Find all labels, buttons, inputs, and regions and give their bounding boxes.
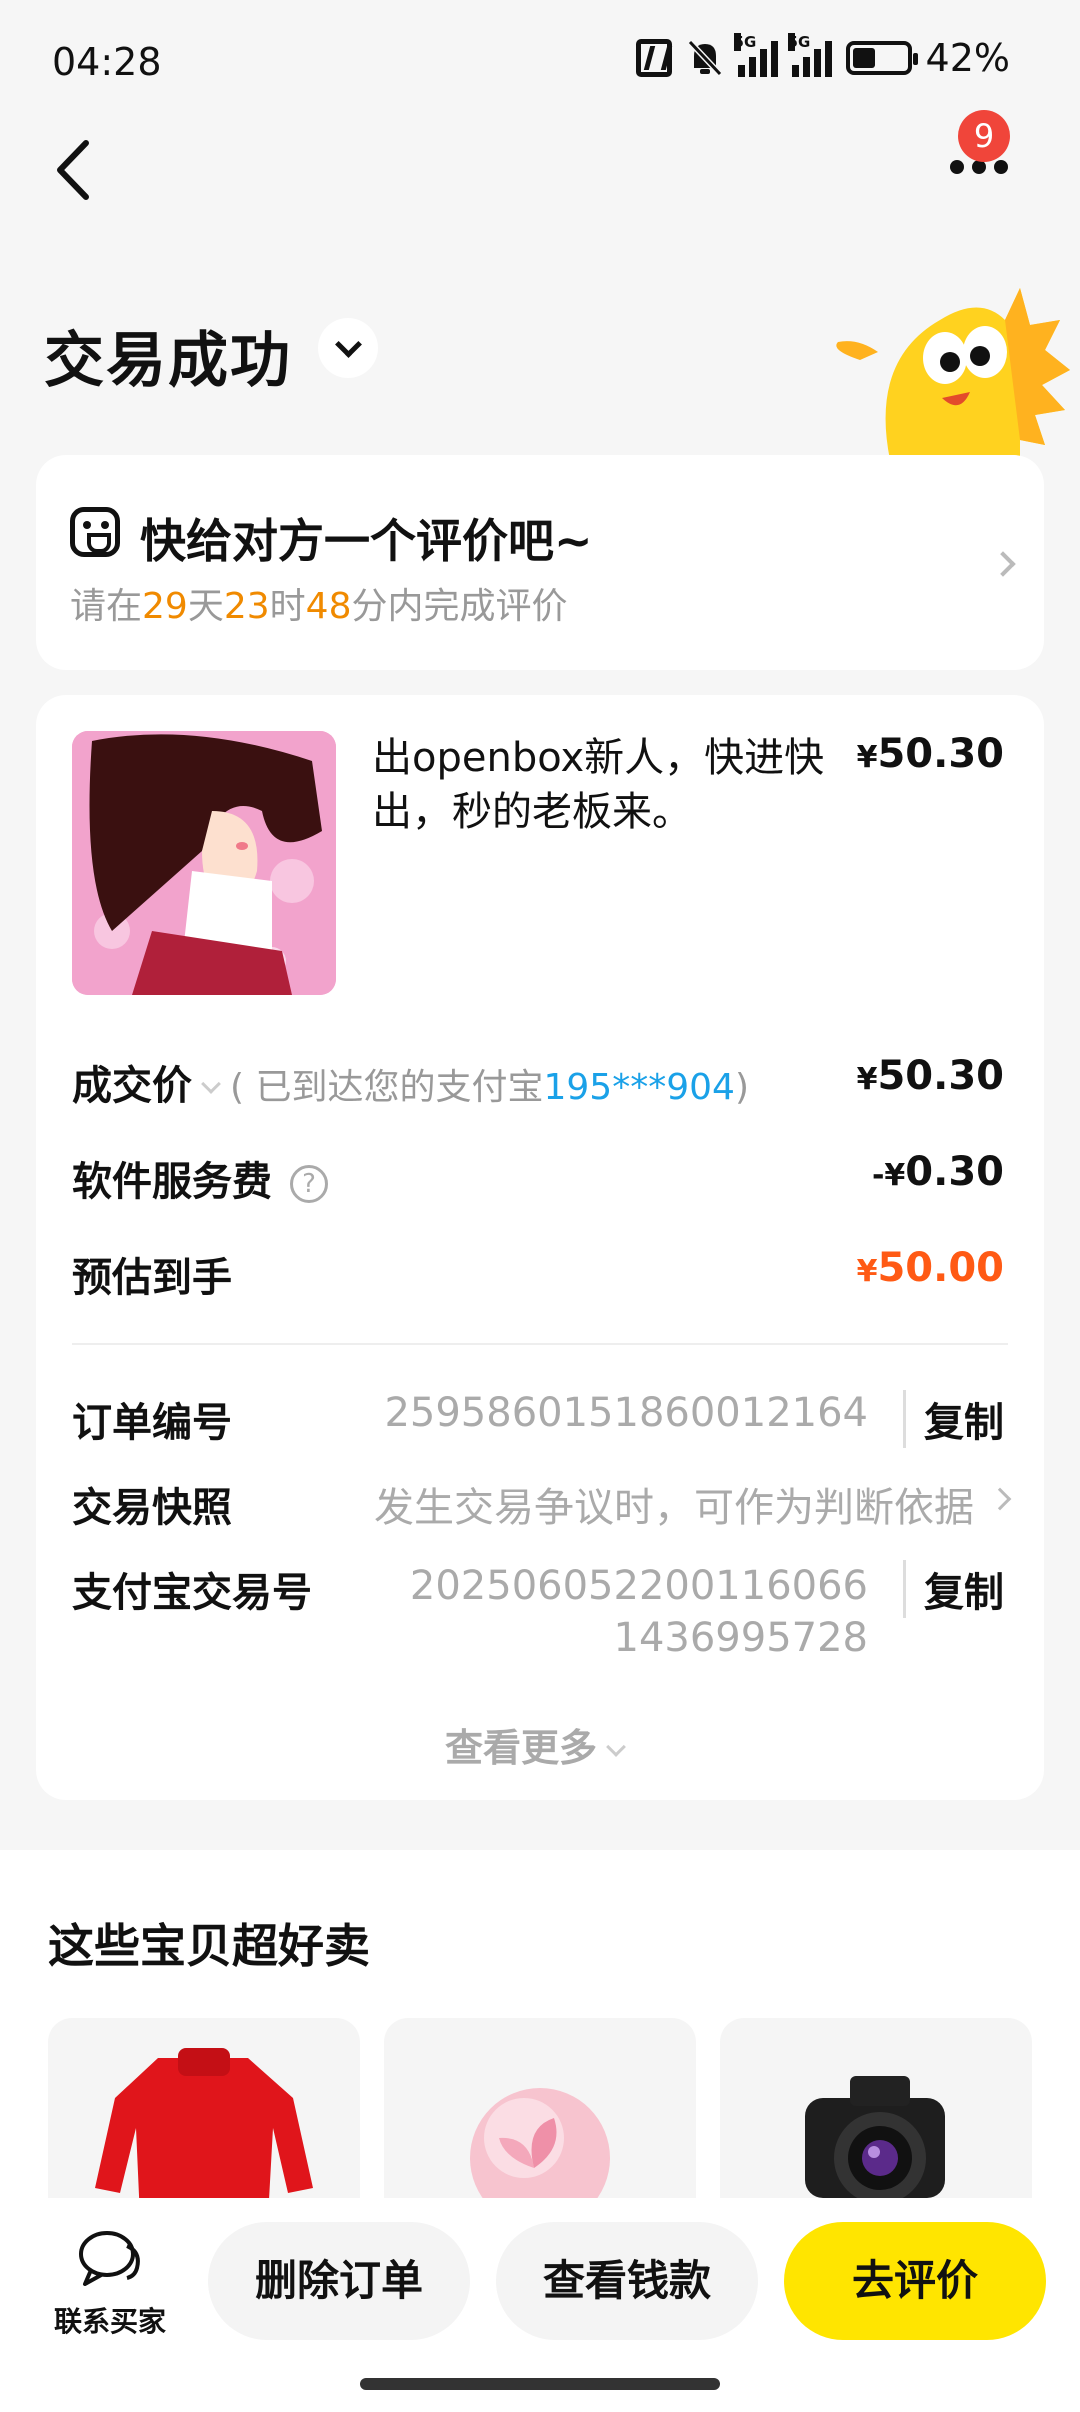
status-time: 04:28 (52, 40, 162, 84)
see-more-label: 查看更多 (444, 1726, 597, 1770)
countdown-minutes: 48 (305, 586, 352, 627)
countdown-suffix: 分内完成评价 (351, 586, 568, 627)
back-arrow-icon[interactable] (48, 135, 108, 205)
help-question-icon[interactable]: ? (290, 1165, 328, 1203)
deal-price-value: ¥50.30 (857, 1053, 1004, 1099)
deal-hint: ( 已到达您的支付宝195***904) (230, 1067, 749, 1108)
write-review-button[interactable]: 去评价 (784, 2222, 1046, 2340)
network-type-1: 5G (733, 33, 757, 51)
service-fee-symbol: -¥ (871, 1158, 906, 1193)
review-countdown: 请在29天23时48分内完成评价 (70, 577, 568, 629)
page-title: 交易成功 (44, 326, 292, 396)
network-type-2: 5G (787, 33, 811, 51)
countdown-hours-unit: 时 (269, 586, 306, 627)
copy-alipay-number-button[interactable]: 复制 (903, 1560, 1004, 1618)
item-title[interactable]: 出openbox新人，快进快出，秒的老板来。 (372, 731, 872, 839)
alipay-account: 195***904 (543, 1067, 735, 1108)
snapshot-hint[interactable]: 发生交易争议时，可作为判断依据 (374, 1475, 974, 1533)
battery-percent: 42% (925, 36, 1010, 80)
deal-price-symbol: ¥ (856, 1062, 878, 1097)
countdown-hours: 23 (223, 586, 270, 627)
countdown-days-unit: 天 (187, 586, 224, 627)
item-price-symbol: ¥ (856, 740, 878, 775)
service-fee-row: 软件服务费? (72, 1149, 328, 1207)
chevron-right-icon (990, 551, 1016, 577)
item-price-value: 50.30 (877, 731, 1004, 777)
notification-badge: 9 (958, 110, 1010, 162)
smile-face-icon (70, 507, 120, 557)
deal-hint-suffix: ) (734, 1067, 749, 1108)
delete-order-button[interactable]: 删除订单 (208, 2222, 470, 2340)
view-money-button[interactable]: 查看钱款 (496, 2222, 758, 2340)
alipay-trade-number-value: 202506052200116066 1436995728 (410, 1560, 868, 1664)
service-fee-label: 软件服务费 (72, 1159, 272, 1205)
countdown-prefix: 请在 (70, 586, 143, 627)
status-expand-icon[interactable] (318, 318, 378, 378)
estimate-value: ¥50.00 (857, 1245, 1004, 1291)
nfc-icon (635, 39, 672, 77)
deal-price-row[interactable]: 成交价 ( 已到达您的支付宝195***904) (72, 1053, 749, 1111)
signal-2-icon: 5G (787, 33, 832, 77)
alipay-trade-number-line2: 1436995728 (613, 1615, 869, 1661)
chat-bubble-icon (79, 2231, 140, 2286)
chevron-down-icon (201, 1074, 221, 1094)
order-number-label: 订单编号 (72, 1400, 232, 1446)
service-fee-value: -¥0.30 (872, 1149, 1004, 1195)
review-prompt-card[interactable]: 快给对方一个评价吧~ 请在29天23时48分内完成评价 (36, 455, 1044, 670)
order-detail-card: 出openbox新人，快进快出，秒的老板来。 ¥50.30 成交价 ( 已到达您的… (36, 695, 1044, 1800)
chevron-down-icon (606, 1736, 626, 1757)
item-thumbnail[interactable] (72, 731, 336, 995)
bottom-action-bar: 联系买家 删除订单 查看钱款 去评价 (0, 2198, 1080, 2412)
divider (72, 1343, 1008, 1345)
snapshot-label: 交易快照 (72, 1485, 232, 1531)
cartoon-girl-image (72, 731, 336, 995)
estimate-symbol: ¥ (856, 1254, 878, 1289)
status-bar: 04:28 5G 5G 42% (0, 0, 1080, 120)
item-price: ¥50.30 (857, 731, 1004, 777)
deal-price-label: 成交价 (72, 1063, 192, 1109)
estimate-amount: 50.00 (877, 1245, 1004, 1291)
battery-icon (845, 41, 918, 75)
signal-1-icon: 5G (733, 33, 778, 77)
copy-order-number-button[interactable]: 复制 (903, 1390, 1004, 1448)
order-number-value: 2595860151860012164 (384, 1390, 868, 1436)
countdown-days: 29 (142, 586, 188, 627)
fish-mascot-illustration (836, 288, 1070, 460)
recommendations-title: 这些宝贝超好卖 (48, 1919, 370, 1973)
status-icons: 5G 5G 42% (635, 33, 1010, 80)
deal-price-amount: 50.30 (877, 1053, 1004, 1099)
deal-hint-prefix: ( 已到达您的支付宝 (230, 1067, 544, 1108)
alipay-trade-number-line1: 202506052200116066 (409, 1563, 868, 1609)
home-indicator[interactable] (360, 2378, 720, 2390)
alipay-trade-number-label: 支付宝交易号 (72, 1570, 312, 1616)
see-more-button[interactable]: 查看更多 (36, 1717, 1044, 1772)
review-prompt-title: 快给对方一个评价吧~ (140, 514, 593, 568)
estimate-label: 预估到手 (72, 1255, 232, 1301)
mute-bell-icon (687, 39, 722, 77)
service-fee-amount: 0.30 (905, 1149, 1004, 1195)
more-menu-icon[interactable] (950, 160, 1010, 180)
contact-buyer-label: 联系买家 (53, 2305, 166, 2338)
chevron-right-icon (988, 1487, 1012, 1511)
contact-buyer-button[interactable]: 联系买家 (40, 2228, 180, 2340)
